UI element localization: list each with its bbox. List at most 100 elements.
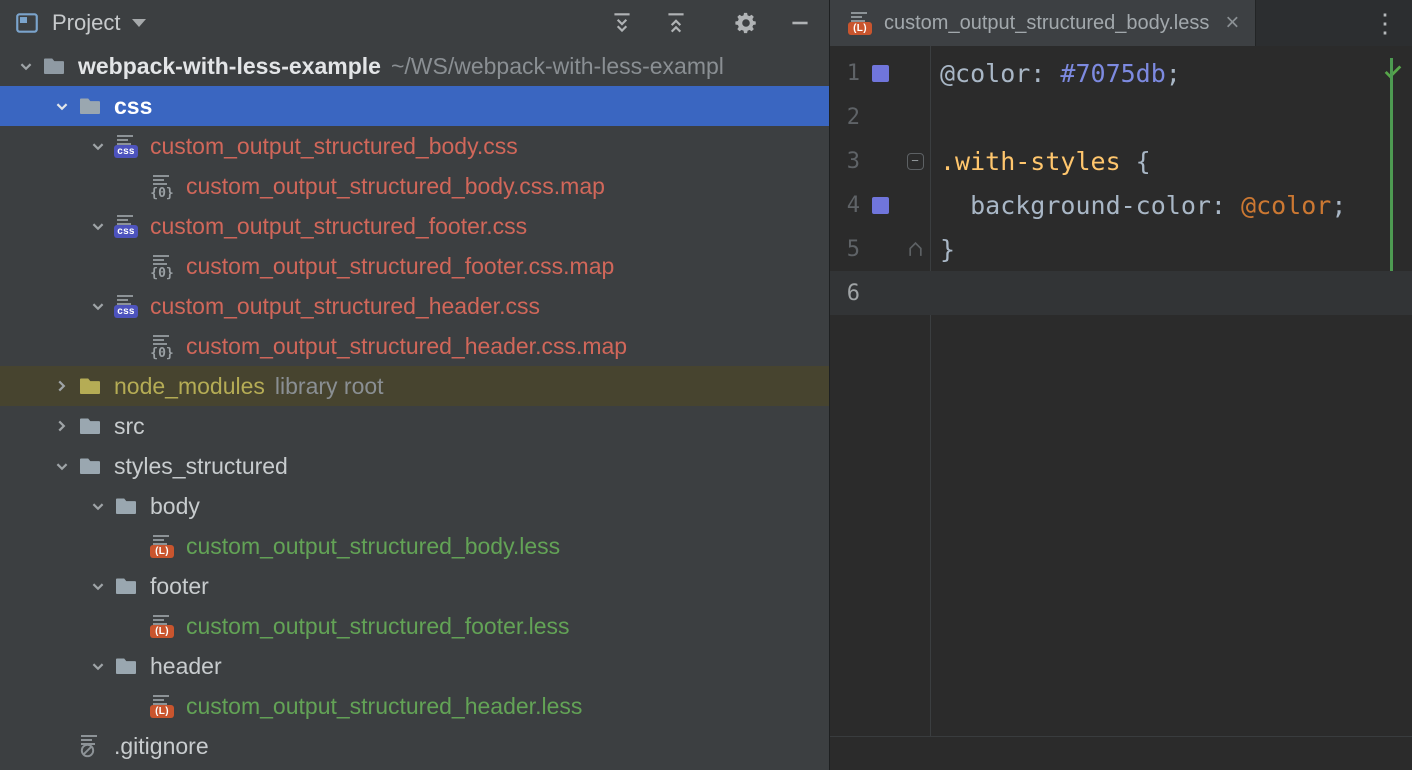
tree-item-label: header bbox=[150, 653, 222, 680]
tree-item-gitignore[interactable]: .gitignore bbox=[0, 726, 829, 766]
editor-bottom-edge bbox=[830, 736, 1412, 770]
tree-item-label: .gitignore bbox=[114, 733, 209, 760]
tree-item-label: custom_output_structured_footer.less bbox=[186, 613, 570, 640]
editor-gutter: 5 bbox=[830, 227, 930, 271]
tree-item-custom-output-structured-body-css[interactable]: csscustom_output_structured_body.css bbox=[0, 126, 829, 166]
color-preview-swatch[interactable] bbox=[872, 197, 889, 214]
map-file-icon: {0} bbox=[150, 174, 174, 198]
tree-item-custom-output-structured-body-css-map[interactable]: {0}custom_output_structured_body.css.map bbox=[0, 166, 829, 206]
expand-all-icon[interactable] bbox=[609, 10, 635, 36]
folder-icon bbox=[78, 454, 102, 478]
tree-item-label: custom_output_structured_footer.css.map bbox=[186, 253, 614, 280]
chevron-spacer bbox=[118, 166, 150, 206]
line-number: 4 bbox=[830, 193, 860, 218]
chevron-spacer bbox=[118, 526, 150, 566]
tree-item-label: body bbox=[150, 493, 200, 520]
collapse-all-icon[interactable] bbox=[663, 10, 689, 36]
tree-item-suffix: library root bbox=[275, 373, 384, 400]
chevron-down-icon bbox=[132, 19, 146, 27]
chevron-right-icon[interactable] bbox=[46, 406, 78, 446]
tree-item-node-modules[interactable]: node_moduleslibrary root bbox=[0, 366, 829, 406]
code-text: background-color: @color; bbox=[930, 191, 1346, 220]
line-number: 5 bbox=[830, 237, 860, 262]
less-file-icon: (L) bbox=[150, 694, 174, 718]
code-line-1[interactable]: 1 @color: #7075db; bbox=[830, 51, 1412, 95]
tree-item-custom-output-structured-footer-css-map[interactable]: {0}custom_output_structured_footer.css.m… bbox=[0, 246, 829, 286]
chevron-right-icon[interactable] bbox=[46, 366, 78, 406]
close-tab-icon[interactable]: × bbox=[1225, 11, 1239, 35]
folder-icon bbox=[78, 414, 102, 438]
editor-body[interactable]: 1@color: #7075db;23−.with-styles {4 back… bbox=[830, 46, 1412, 770]
less-file-icon: (L) bbox=[150, 614, 174, 638]
tree-item-css[interactable]: css bbox=[0, 86, 829, 126]
chevron-spacer bbox=[118, 606, 150, 646]
hide-panel-icon[interactable] bbox=[787, 10, 813, 36]
tree-item-webpack-with-less-example[interactable]: webpack-with-less-example~/WS/webpack-wi… bbox=[0, 46, 829, 86]
chevron-down-icon[interactable] bbox=[82, 646, 114, 686]
line-number: 1 bbox=[830, 61, 860, 86]
less-file-icon: (L) bbox=[848, 11, 872, 35]
chevron-down-icon[interactable] bbox=[46, 86, 78, 126]
tree-item-src[interactable]: src bbox=[0, 406, 829, 446]
tree-item-label: custom_output_structured_footer.css bbox=[150, 213, 527, 240]
color-preview-swatch[interactable] bbox=[872, 65, 889, 82]
ide-window: Project webpack-with-less-example~/WS/we… bbox=[0, 0, 1412, 770]
line-number: 2 bbox=[830, 105, 860, 130]
tree-item-label: src bbox=[114, 413, 145, 440]
folder-icon bbox=[78, 94, 102, 118]
code-text: @color: #7075db; bbox=[930, 59, 1181, 88]
chevron-down-icon[interactable] bbox=[82, 566, 114, 606]
code-line-3[interactable]: 3−.with-styles { bbox=[830, 139, 1412, 183]
tree-item-custom-output-structured-body-less[interactable]: (L)custom_output_structured_body.less bbox=[0, 526, 829, 566]
tree-item-header[interactable]: header bbox=[0, 646, 829, 686]
editor-gutter: 3− bbox=[830, 139, 930, 183]
tree-item-footer[interactable]: footer bbox=[0, 566, 829, 606]
chevron-down-icon[interactable] bbox=[82, 206, 114, 246]
editor-pane: (L) custom_output_structured_body.less ×… bbox=[830, 0, 1412, 770]
editor-tab-bar: (L) custom_output_structured_body.less ×… bbox=[830, 0, 1412, 46]
project-view-selector[interactable]: Project bbox=[14, 10, 146, 36]
map-file-icon: {0} bbox=[150, 334, 174, 358]
editor-gutter: 1 bbox=[830, 51, 930, 95]
editor-gutter: 4 bbox=[830, 183, 930, 227]
tree-item-custom-output-structured-footer-less[interactable]: (L) custom_output_structured_footer.less bbox=[0, 606, 829, 646]
css-file-icon: css bbox=[114, 214, 138, 238]
project-folder-icon bbox=[42, 54, 66, 78]
project-tool-icon bbox=[14, 10, 40, 36]
more-options-icon[interactable]: ⋮ bbox=[1358, 0, 1412, 46]
tree-item-label: css bbox=[114, 93, 152, 120]
code-line-6[interactable]: 6 bbox=[830, 271, 1412, 315]
code-text: .with-styles { bbox=[930, 147, 1151, 176]
tree-item-styles-structured[interactable]: styles_structured bbox=[0, 446, 829, 486]
chevron-down-icon[interactable] bbox=[82, 126, 114, 166]
chevron-down-icon[interactable] bbox=[82, 286, 114, 326]
tree-item-custom-output-structured-header-css-map[interactable]: {0} custom_output_structured_header.css.m… bbox=[0, 326, 829, 366]
tree-item-custom-output-structured-footer-css[interactable]: css custom_output_structured_footer.css bbox=[0, 206, 829, 246]
tree-item-label: custom_output_structured_body.css bbox=[150, 133, 518, 160]
code-line-5[interactable]: 5} bbox=[830, 227, 1412, 271]
folder-icon bbox=[114, 574, 138, 598]
project-tree: webpack-with-less-example~/WS/webpack-wi… bbox=[0, 46, 829, 770]
chevron-down-icon[interactable] bbox=[46, 446, 78, 486]
fold-marker-open-icon[interactable]: − bbox=[907, 153, 924, 170]
settings-gear-icon[interactable] bbox=[733, 10, 759, 36]
code-line-4[interactable]: 4 background-color: @color; bbox=[830, 183, 1412, 227]
tree-item-label: custom_output_structured_header.css.map bbox=[186, 333, 627, 360]
tree-item-label: footer bbox=[150, 573, 209, 600]
project-panel-title: Project bbox=[52, 10, 120, 36]
chevron-down-icon[interactable] bbox=[82, 486, 114, 526]
tree-item-custom-output-structured-header-css[interactable]: csscustom_output_structured_header.css bbox=[0, 286, 829, 326]
chevron-down-icon[interactable] bbox=[10, 46, 42, 86]
tree-item-custom-output-structured-header-less[interactable]: (L)custom_output_structured_header.less bbox=[0, 686, 829, 726]
chevron-spacer bbox=[118, 686, 150, 726]
code-line-2[interactable]: 2 bbox=[830, 95, 1412, 139]
editor-tab-label: custom_output_structured_body.less bbox=[884, 12, 1209, 35]
tree-item-label: custom_output_structured_body.less bbox=[186, 533, 560, 560]
editor-gutter: 2 bbox=[830, 95, 930, 139]
tree-item-body[interactable]: body bbox=[0, 486, 829, 526]
editor-tab-active[interactable]: (L) custom_output_structured_body.less × bbox=[830, 0, 1256, 46]
line-number: 3 bbox=[830, 149, 860, 174]
fold-marker-end-icon[interactable] bbox=[907, 241, 924, 258]
tree-item-label: styles_structured bbox=[114, 453, 288, 480]
line-number: 6 bbox=[830, 281, 860, 306]
